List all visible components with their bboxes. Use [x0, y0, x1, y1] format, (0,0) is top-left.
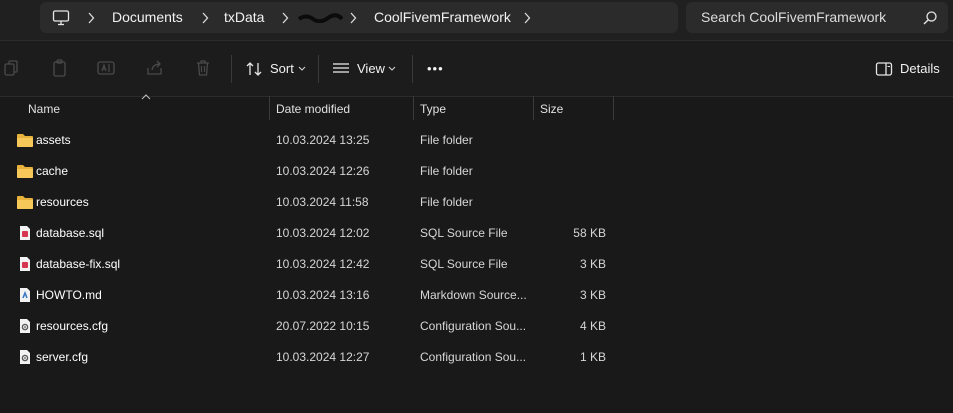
file-name: cache — [36, 164, 69, 178]
column-header: Name Date modified Type Size — [0, 94, 953, 122]
file-size: 1 KB — [579, 350, 606, 364]
command-bar: Sort View ••• Details — [0, 41, 953, 97]
file-size — [536, 187, 606, 218]
file-date: 10.03.2024 13:16 — [276, 288, 370, 302]
breadcrumb-coolfivemframework[interactable]: CoolFivemFramework — [374, 2, 511, 33]
file-date: 20.07.2022 10:15 — [276, 319, 370, 333]
search-input[interactable]: Search CoolFivemFramework — [701, 2, 886, 33]
chevron-right-icon[interactable] — [86, 12, 96, 24]
column-name[interactable]: Name — [28, 96, 60, 122]
breadcrumb[interactable]: Documents txData CoolFivemFramework — [40, 2, 678, 33]
sort-label: Sort — [270, 61, 294, 76]
column-type[interactable]: Type — [420, 96, 446, 122]
file-date: 10.03.2024 13:25 — [276, 133, 370, 147]
folder-icon — [17, 196, 33, 209]
file-date: 10.03.2024 12:02 — [276, 226, 370, 240]
column-divider[interactable] — [533, 96, 534, 120]
file-type: SQL Source File — [420, 226, 508, 240]
file-type: Markdown Source... — [420, 288, 527, 302]
file-type: SQL Source File — [420, 257, 508, 271]
toolbar-separator — [318, 55, 319, 83]
address-bar: Documents txData CoolFivemFramework Sear… — [0, 0, 953, 41]
chevron-down-icon — [388, 66, 396, 71]
breadcrumb-documents[interactable]: Documents — [112, 2, 183, 33]
file-type: File folder — [420, 195, 473, 209]
markdown-file-icon — [20, 288, 30, 302]
file-name: assets — [36, 133, 71, 147]
file-size: 3 KB — [579, 288, 606, 302]
folder-icon — [17, 165, 33, 178]
share-icon[interactable] — [145, 58, 165, 78]
file-name: database.sql — [36, 226, 105, 240]
list-item[interactable]: resources.cfg 20.07.2022 10:15 Configura… — [0, 311, 953, 342]
file-type: File folder — [420, 164, 473, 178]
chevron-down-icon — [298, 66, 306, 71]
column-date-modified[interactable]: Date modified — [276, 96, 350, 122]
this-pc-icon[interactable] — [52, 9, 70, 27]
more-options-button[interactable]: ••• — [427, 55, 451, 83]
list-item[interactable]: HOWTO.md 10.03.2024 13:16 Markdown Sourc… — [0, 280, 953, 311]
file-name: resources.cfg — [36, 319, 109, 333]
file-size: 58 KB — [573, 226, 606, 240]
file-date: 10.03.2024 12:26 — [276, 164, 370, 178]
details-button[interactable]: Details — [875, 55, 945, 83]
file-date: 10.03.2024 12:27 — [276, 350, 370, 364]
search-box[interactable]: Search CoolFivemFramework — [686, 2, 948, 33]
sql-file-icon — [20, 257, 30, 271]
delete-icon[interactable] — [193, 58, 213, 78]
file-size: 4 KB — [579, 319, 606, 333]
file-type: Configuration Sou... — [420, 350, 527, 364]
chevron-right-icon[interactable] — [200, 12, 210, 24]
rename-icon[interactable] — [96, 58, 116, 78]
sort-icon — [246, 62, 262, 76]
view-button[interactable]: View — [332, 55, 402, 83]
file-type: File folder — [420, 133, 473, 147]
details-pane-icon — [875, 62, 893, 76]
search-icon[interactable] — [922, 10, 938, 26]
file-name: resources — [36, 195, 89, 209]
chevron-right-icon[interactable] — [522, 12, 532, 24]
view-icon — [333, 63, 349, 73]
file-date: 10.03.2024 12:42 — [276, 257, 370, 271]
copy-icon[interactable] — [2, 58, 22, 78]
folder-icon — [17, 134, 33, 147]
file-name: server.cfg — [36, 350, 89, 364]
breadcrumb-txdata[interactable]: txData — [224, 2, 264, 33]
toolbar-separator — [231, 55, 232, 83]
chevron-right-icon[interactable] — [348, 12, 358, 24]
file-name: database-fix.sql — [36, 257, 121, 271]
file-type: Configuration Sou... — [420, 319, 527, 333]
config-file-icon — [20, 319, 30, 333]
list-item[interactable]: database-fix.sql 10.03.2024 12:42 SQL So… — [0, 249, 953, 280]
file-size — [536, 156, 606, 187]
details-label: Details — [900, 61, 940, 76]
redacted-scribble — [298, 13, 343, 23]
list-item[interactable]: resources 10.03.2024 11:58 File folder — [0, 187, 953, 218]
column-divider[interactable] — [613, 96, 614, 120]
paste-icon[interactable] — [50, 58, 70, 78]
view-label: View — [357, 61, 385, 76]
column-divider[interactable] — [413, 96, 414, 120]
file-name: HOWTO.md — [36, 288, 102, 302]
config-file-icon — [20, 350, 30, 364]
list-item[interactable]: assets 10.03.2024 13:25 File folder — [0, 125, 953, 156]
list-item[interactable]: cache 10.03.2024 12:26 File folder — [0, 156, 953, 187]
sql-file-icon — [20, 226, 30, 240]
list-item[interactable]: database.sql 10.03.2024 12:02 SQL Source… — [0, 218, 953, 249]
file-date: 10.03.2024 11:58 — [276, 195, 369, 209]
toolbar-separator — [412, 55, 413, 83]
file-size — [536, 125, 606, 156]
sort-ascending-icon — [141, 94, 151, 100]
chevron-right-icon[interactable] — [280, 12, 290, 24]
file-size: 3 KB — [579, 257, 606, 271]
column-size[interactable]: Size — [540, 96, 563, 122]
list-item[interactable]: server.cfg 10.03.2024 12:27 Configuratio… — [0, 342, 953, 373]
column-divider[interactable] — [269, 96, 270, 120]
sort-button[interactable]: Sort — [245, 55, 315, 83]
